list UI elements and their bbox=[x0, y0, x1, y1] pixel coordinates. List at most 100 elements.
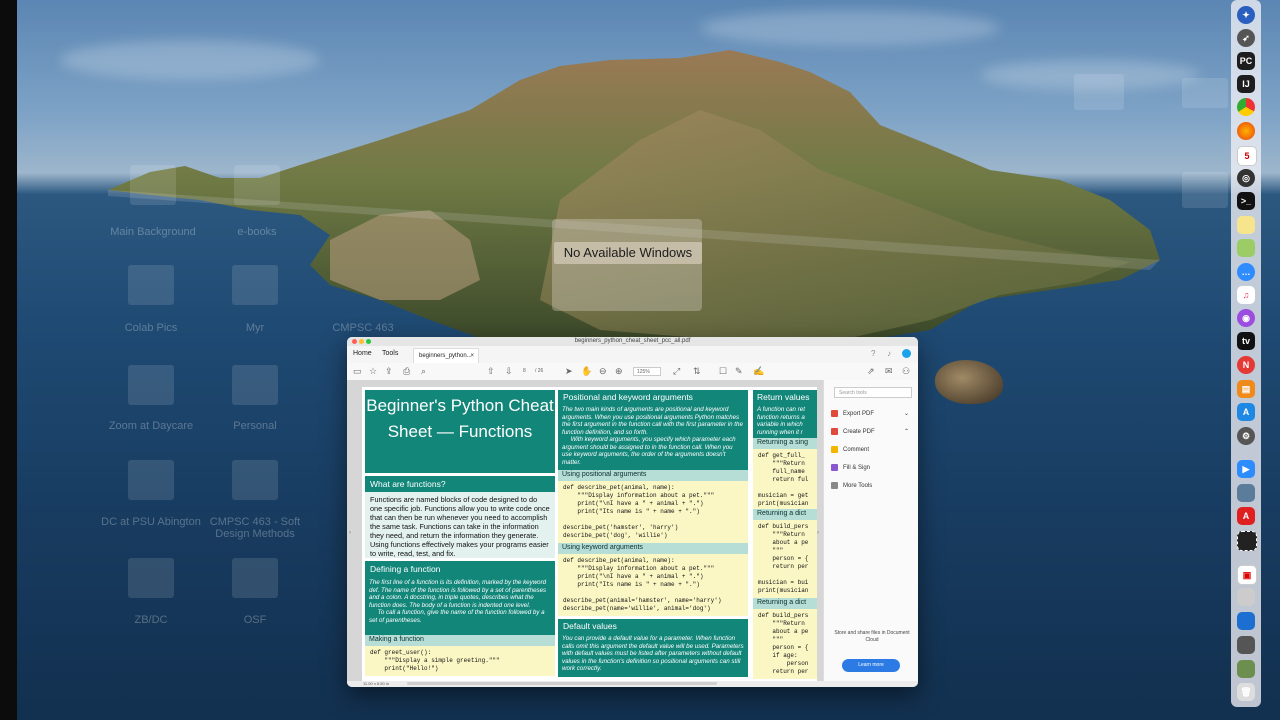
tool-comment[interactable]: Comment bbox=[831, 446, 869, 453]
finder-window-icon[interactable] bbox=[1237, 612, 1255, 630]
learn-more-button[interactable]: Learn more bbox=[842, 659, 900, 672]
bell-icon[interactable]: ♪ bbox=[887, 349, 891, 358]
desktop-folder-icon[interactable] bbox=[234, 165, 280, 205]
minimize-window-button[interactable] bbox=[359, 339, 364, 344]
tab-tools[interactable]: Tools bbox=[382, 350, 398, 357]
system-preferences-icon[interactable]: ⚙ bbox=[1237, 427, 1255, 445]
news-icon[interactable]: N bbox=[1237, 356, 1255, 374]
desktop-file-thumbnail[interactable] bbox=[1074, 74, 1124, 110]
photo-thumbnail-icon[interactable] bbox=[1237, 636, 1255, 654]
window-titlebar[interactable]: beginners_python_cheat_sheet_pcc_all.pdf bbox=[347, 337, 918, 346]
sidebar-toggle-icon[interactable]: ▭ bbox=[353, 366, 362, 377]
section-heading: Return values bbox=[753, 390, 817, 404]
document-viewer[interactable]: Beginner's Python Cheat Sheet — Function… bbox=[347, 380, 823, 681]
intellij-icon[interactable]: IJ bbox=[1237, 75, 1255, 93]
highlight-icon[interactable]: ✎ bbox=[735, 366, 743, 377]
screenshot-icon[interactable] bbox=[1237, 531, 1257, 551]
page-number-input[interactable]: 8 bbox=[523, 368, 526, 374]
tool-create-pdf[interactable]: Create PDF ⌃ bbox=[831, 428, 909, 435]
desktop-folder-icon[interactable] bbox=[128, 460, 174, 500]
zoom-out-icon[interactable]: ⊖ bbox=[599, 366, 607, 377]
compass-icon[interactable]: ◎ bbox=[1237, 169, 1255, 187]
account-avatar[interactable] bbox=[902, 349, 911, 358]
zoom-in-icon[interactable]: ⊕ bbox=[615, 366, 623, 377]
upload-icon[interactable]: ⇪ bbox=[385, 366, 393, 377]
maps-icon[interactable] bbox=[1237, 239, 1255, 257]
share-icon[interactable]: ⇗ bbox=[867, 366, 875, 377]
print-icon[interactable]: ⎙ bbox=[403, 366, 410, 377]
tool-label: More Tools bbox=[843, 483, 873, 490]
tab-home[interactable]: Home bbox=[353, 350, 372, 357]
terminal-icon[interactable]: >_ bbox=[1237, 192, 1255, 210]
acrobat-toolbar: ▭ ☆ ⇪ ⎙ ⌕ ⇧ ⇩ 8 / 26 ➤ ✋ ⊖ ⊕ 125% ⤢ ⇅ ☐ … bbox=[347, 363, 918, 381]
search-icon[interactable]: ⌕ bbox=[421, 366, 426, 377]
close-window-button[interactable] bbox=[352, 339, 357, 344]
desktop-folder-icon[interactable] bbox=[232, 365, 278, 405]
desktop-folder-icon[interactable] bbox=[232, 265, 278, 305]
zoom-icon[interactable]: ▶ bbox=[1237, 460, 1255, 478]
desktop-file-thumbnail[interactable] bbox=[1182, 78, 1228, 108]
collapse-left-icon[interactable]: › bbox=[349, 530, 351, 536]
desktop-file-thumbnail[interactable] bbox=[1182, 172, 1228, 208]
hand-tool-icon[interactable]: ✋ bbox=[581, 366, 592, 377]
collapse-right-icon[interactable]: › bbox=[817, 530, 819, 536]
podcasts-icon[interactable]: ◉ bbox=[1237, 309, 1255, 327]
zoom-level-select[interactable]: 125% bbox=[633, 367, 661, 376]
tab-document[interactable]: beginners_python... × bbox=[413, 348, 479, 363]
app-store-icon[interactable]: A bbox=[1237, 403, 1255, 421]
calendar-icon[interactable]: 5 bbox=[1237, 146, 1257, 166]
preview-icon[interactable] bbox=[1237, 484, 1255, 502]
fit-page-icon[interactable]: ⤢ bbox=[673, 366, 680, 377]
printer-icon[interactable] bbox=[1237, 588, 1255, 606]
image-thumbnail-icon[interactable] bbox=[1237, 660, 1255, 678]
books-icon[interactable]: ▤ bbox=[1237, 380, 1255, 398]
chrome-icon[interactable] bbox=[1237, 98, 1255, 116]
page-up-icon[interactable]: ⇧ bbox=[487, 366, 495, 377]
chevron-down-icon[interactable]: ⌄ bbox=[904, 410, 909, 417]
desktop-folder-icon[interactable] bbox=[130, 165, 176, 205]
bookmark-star-icon[interactable]: ☆ bbox=[369, 366, 377, 377]
pdf-document-icon[interactable]: ▣ bbox=[1237, 565, 1257, 585]
zoom-window-button[interactable] bbox=[366, 339, 371, 344]
section-description: The first line of a function is its defi… bbox=[365, 577, 555, 635]
trash-icon[interactable]: 🗑 bbox=[1237, 683, 1255, 701]
chevron-up-icon[interactable]: ⌃ bbox=[904, 428, 909, 435]
close-tab-icon[interactable]: × bbox=[470, 349, 474, 364]
horizontal-scrollbar[interactable] bbox=[407, 682, 717, 685]
app-expose-thumbnail[interactable] bbox=[552, 219, 702, 311]
scroll-mode-icon[interactable]: ⇅ bbox=[693, 366, 701, 377]
tools-pane: Search tools Export PDF ⌄ Create PDF ⌃ Com… bbox=[823, 380, 918, 681]
launchpad-icon[interactable]: ✦ bbox=[1237, 6, 1255, 24]
desktop-item-label: Colab Pics bbox=[124, 322, 178, 334]
code-block: def describe_pet(animal, name): """Displ… bbox=[558, 554, 748, 616]
tool-more-tools[interactable]: More Tools bbox=[831, 482, 872, 489]
rocket-icon[interactable]: ➶ bbox=[1237, 29, 1255, 47]
desktop-folder-icon[interactable] bbox=[232, 460, 278, 500]
select-cursor-icon[interactable]: ➤ bbox=[565, 366, 573, 377]
acrobat-icon[interactable]: A bbox=[1237, 507, 1255, 525]
comment-icon[interactable]: ☐ bbox=[719, 366, 727, 377]
desktop-folder-icon[interactable] bbox=[128, 365, 174, 405]
apple-tv-icon[interactable]: tv bbox=[1237, 332, 1255, 350]
mail-icon[interactable]: ✉ bbox=[885, 366, 893, 377]
search-tools-input[interactable]: Search tools bbox=[834, 387, 912, 398]
pycharm-icon[interactable]: PC bbox=[1237, 52, 1255, 70]
acrobat-tab-bar: Home Tools beginners_python... × ? ♪ bbox=[347, 346, 918, 364]
section-body: Functions are named blocks of code desig… bbox=[365, 492, 555, 558]
desktop-folder-icon[interactable] bbox=[232, 558, 278, 598]
messages-icon[interactable]: … bbox=[1237, 263, 1255, 281]
desktop-item-label: Main Background bbox=[110, 226, 196, 238]
desktop-folder-icon[interactable] bbox=[128, 265, 174, 305]
section-description: A function can ret function returns a va… bbox=[753, 404, 817, 438]
notes-icon[interactable] bbox=[1237, 216, 1255, 234]
music-icon[interactable]: ♫ bbox=[1237, 286, 1255, 304]
tool-fill-sign[interactable]: Fill & Sign bbox=[831, 464, 870, 471]
firefox-icon[interactable] bbox=[1237, 122, 1255, 140]
page-down-icon[interactable]: ⇩ bbox=[505, 366, 513, 377]
help-icon[interactable]: ? bbox=[871, 349, 875, 358]
add-user-icon[interactable]: ⚇ bbox=[902, 366, 910, 377]
tool-export-pdf[interactable]: Export PDF ⌄ bbox=[831, 410, 909, 417]
sign-icon[interactable]: ✍ bbox=[753, 366, 764, 377]
section-description: You can provide a default value for a pa… bbox=[558, 633, 748, 677]
desktop-folder-icon[interactable] bbox=[128, 558, 174, 598]
